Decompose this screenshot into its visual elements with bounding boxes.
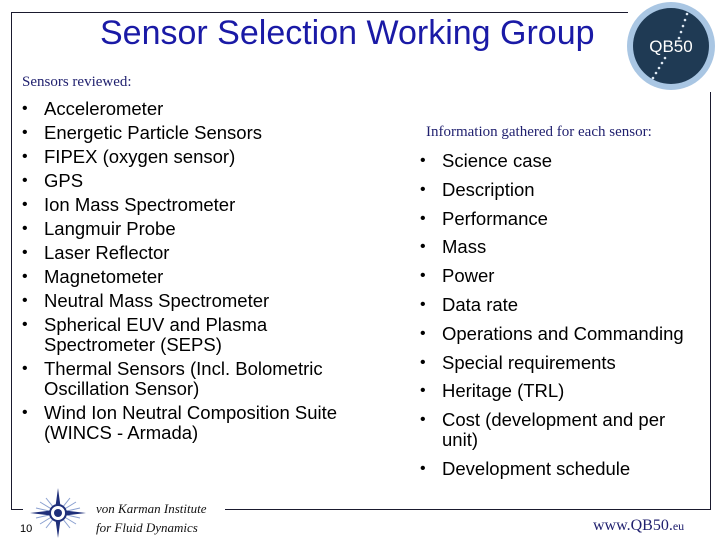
bullet-icon: •	[420, 209, 426, 227]
list-item: • Laser Reflector	[22, 242, 170, 263]
qb50-logo-icon: QB50	[627, 2, 715, 90]
list-item: • Science case	[420, 150, 553, 171]
list-item: • Ion Mass Spectrometer	[22, 194, 236, 215]
bullet-icon: •	[22, 148, 28, 165]
list-item: • Magnetometer	[22, 266, 164, 287]
bullet-icon: •	[420, 411, 426, 429]
list-item: • Special requirements	[420, 351, 616, 373]
list-item: • Power	[420, 265, 495, 287]
vki-compass-logo-icon	[30, 488, 86, 538]
bullet-icon: •	[22, 100, 28, 117]
bullet-icon: •	[22, 220, 28, 237]
qb50-logo-text: QB50	[649, 37, 692, 56]
list-item: • Heritage (TRL)	[420, 380, 565, 402]
list-item: • GPS	[22, 170, 84, 191]
list-item: • Performance	[420, 207, 548, 229]
bullet-icon: •	[22, 404, 28, 421]
bullet-icon: •	[420, 180, 426, 198]
bullet-icon: •	[420, 295, 426, 313]
bullet-icon: •	[420, 152, 426, 169]
website-link[interactable]: www.QB50.eu	[593, 517, 684, 535]
bullet-icon: •	[22, 268, 28, 285]
list-item: • Langmuir Probe	[22, 218, 176, 239]
institute-name: von Karman Institute for Fluid Dynamics	[96, 501, 207, 535]
list-item: • Mass	[420, 236, 487, 258]
bullet-icon: •	[420, 267, 426, 285]
bullet-icon: •	[420, 382, 426, 400]
list-item: • Operations and Commanding	[420, 322, 684, 344]
list-item: • Accelerometer	[22, 98, 164, 119]
slide-title: Sensor Selection Working Group	[100, 14, 595, 52]
list-item: • Development schedule	[420, 457, 631, 479]
bullet-icon: •	[420, 353, 426, 371]
sensors-list: • Accelerometer • Energetic Particle Senso…	[22, 99, 402, 447]
bullet-icon: •	[22, 196, 28, 213]
info-list: • Science case • Description • Performance …	[420, 151, 710, 488]
list-item: • Description	[420, 178, 535, 200]
bullet-icon: •	[22, 292, 28, 309]
frame-right-border	[710, 92, 711, 510]
list-item: • Energetic Particle Sensors	[22, 122, 262, 143]
bullet-icon: •	[420, 324, 426, 342]
frame-left-border	[11, 12, 12, 510]
bullet-icon: •	[22, 316, 28, 333]
bullet-icon: •	[22, 244, 28, 261]
info-gathered-label: Information gathered for each sensor:	[426, 124, 652, 140]
list-item: • Neutral Mass Spectrometer	[22, 290, 270, 311]
list-item: • Cost (development and per unit)	[420, 409, 666, 451]
list-item: • Thermal Sensors (Incl. Bolometric Oscil…	[22, 358, 323, 399]
bullet-icon: •	[22, 172, 28, 189]
bullet-icon: •	[22, 360, 28, 377]
frame-top-border	[11, 12, 628, 13]
frame-bottom-right-border	[225, 509, 711, 510]
frame-bottom-left-border	[11, 509, 23, 510]
list-item: • Spherical EUV and Plasma Spectrometer (…	[22, 314, 268, 355]
bullet-icon: •	[420, 238, 426, 256]
list-item: • Wind Ion Neutral Composition Suite (WIN…	[22, 402, 338, 443]
sensors-reviewed-label: Sensors reviewed:	[22, 74, 132, 90]
list-item: • Data rate	[420, 293, 519, 315]
list-item: • FIPEX (oxygen sensor)	[22, 146, 236, 167]
bullet-icon: •	[420, 459, 426, 477]
bullet-icon: •	[22, 124, 28, 141]
